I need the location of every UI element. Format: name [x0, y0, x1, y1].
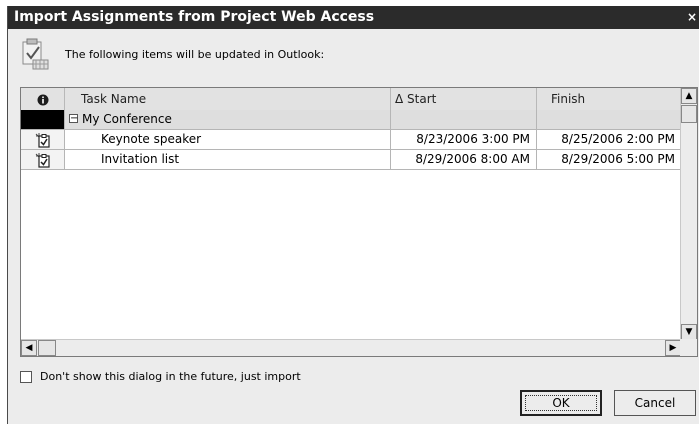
assignments-grid: Task Name Δ Start Finish − My Conference …: [20, 87, 698, 357]
ok-button[interactable]: OK: [520, 390, 602, 416]
group-name: My Conference: [82, 112, 172, 126]
close-icon[interactable]: ×: [686, 6, 698, 29]
group-name-cell: − My Conference: [65, 110, 391, 129]
scroll-up-icon[interactable]: ▲: [681, 88, 697, 104]
task-finish-cell: 8/29/2006 5:00 PM: [561, 152, 675, 166]
table-row[interactable]: Keynote speaker 8/23/2006 3:00 PM 8/25/2…: [21, 130, 681, 150]
column-header-icon[interactable]: [21, 88, 65, 110]
task-checkbox-icon: [35, 152, 50, 168]
column-header-task-name[interactable]: Task Name: [65, 88, 391, 110]
task-checkbox-icon: [35, 132, 50, 148]
dont-show-option[interactable]: Don't show this dialog in the future, ju…: [20, 370, 301, 383]
grid-header-row: Task Name Δ Start Finish: [21, 88, 681, 111]
horizontal-scroll-thumb[interactable]: [38, 340, 56, 356]
vertical-scroll-thumb[interactable]: [681, 105, 697, 123]
dont-show-checkbox[interactable]: [20, 371, 32, 383]
horizontal-scrollbar[interactable]: ◀ ▶: [21, 339, 681, 356]
dialog-message: The following items will be updated in O…: [65, 48, 325, 61]
row-selector[interactable]: [21, 110, 65, 129]
task-icon-cell: [21, 150, 65, 169]
task-finish-cell: 8/25/2006 2:00 PM: [561, 132, 675, 146]
group-finish-cell: [537, 110, 681, 129]
info-icon: [37, 94, 48, 105]
column-header-start[interactable]: Δ Start: [391, 88, 537, 110]
dont-show-label[interactable]: Don't show this dialog in the future, ju…: [40, 370, 301, 383]
import-assignments-dialog: Import Assignments from Project Web Acce…: [7, 6, 699, 424]
checklist-icon: [22, 38, 49, 70]
dialog-titlebar: Import Assignments from Project Web Acce…: [8, 6, 699, 29]
task-name-cell: Invitation list: [65, 150, 391, 169]
task-start-cell: 8/29/2006 8:00 AM: [391, 150, 537, 169]
vertical-scrollbar[interactable]: ▲ ▼: [680, 88, 697, 340]
task-name-cell: Keynote speaker: [65, 130, 391, 149]
scrollbar-corner: [680, 339, 697, 356]
group-row[interactable]: − My Conference: [21, 110, 681, 130]
dialog-title: Import Assignments from Project Web Acce…: [14, 9, 375, 25]
scroll-down-icon[interactable]: ▼: [681, 324, 697, 340]
cancel-button[interactable]: Cancel: [614, 390, 696, 416]
task-start-cell: 8/23/2006 3:00 PM: [391, 130, 537, 149]
task-icon-cell: [21, 130, 65, 149]
table-row[interactable]: Invitation list 8/29/2006 8:00 AM 8/29/2…: [21, 150, 681, 170]
column-header-finish[interactable]: Finish: [537, 88, 681, 110]
collapse-icon[interactable]: −: [69, 114, 78, 124]
scroll-right-icon[interactable]: ▶: [665, 340, 681, 356]
group-start-cell: [391, 110, 537, 129]
scroll-left-icon[interactable]: ◀: [21, 340, 37, 356]
ok-button-label: OK: [525, 395, 597, 411]
